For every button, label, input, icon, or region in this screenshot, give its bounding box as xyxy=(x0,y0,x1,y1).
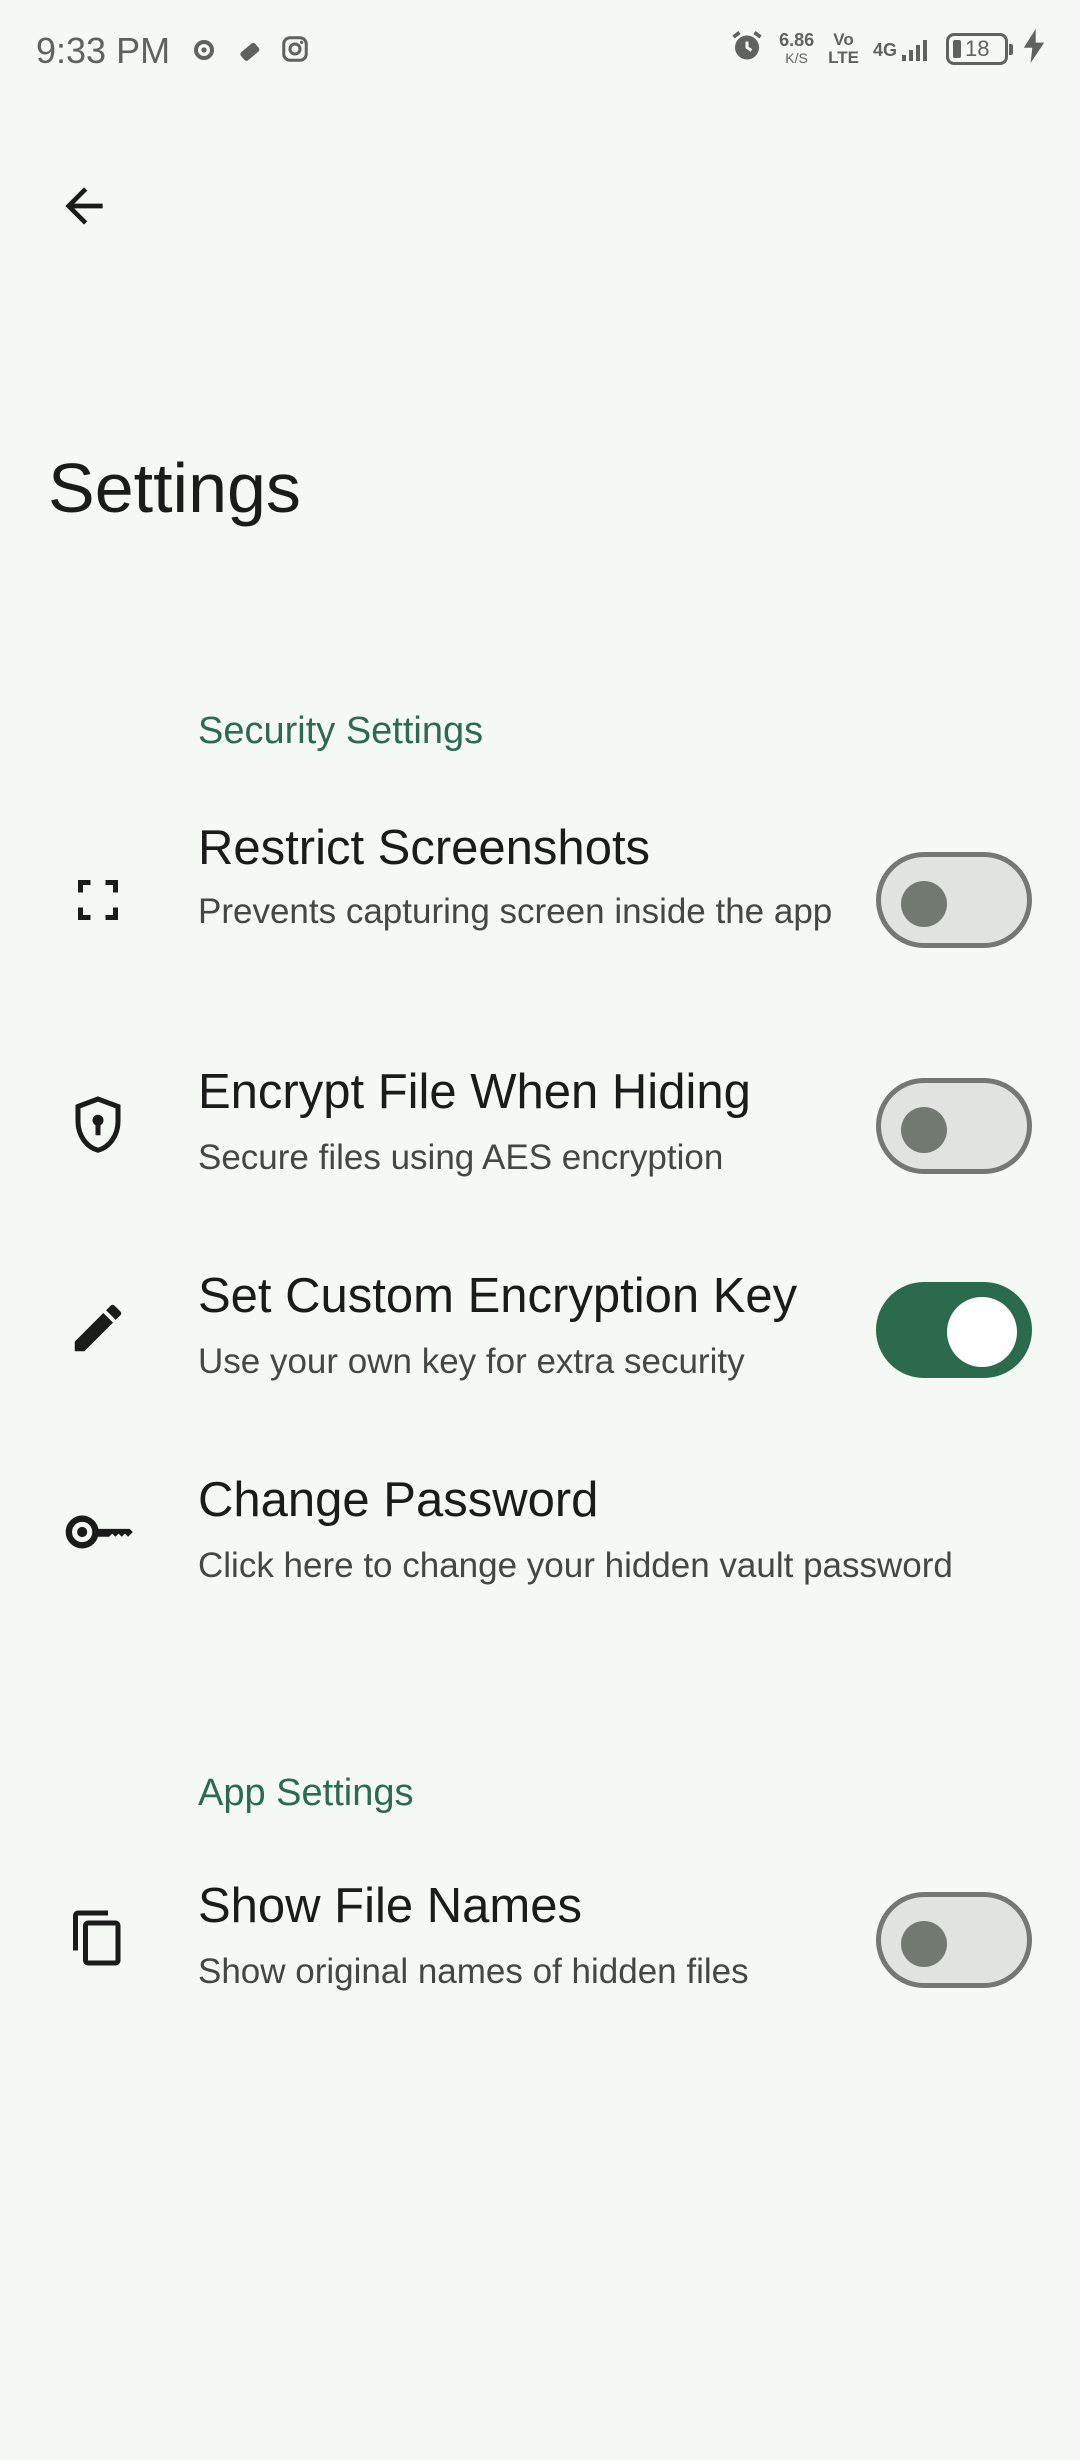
network-speed: 6.86 K/S xyxy=(779,31,814,67)
setting-title: Show File Names xyxy=(198,1879,582,1933)
section-header-app: App Settings xyxy=(198,1772,414,1814)
setting-custom-key[interactable]: Set Custom Encryption Key Use your own k… xyxy=(0,1264,1080,1404)
volte-top: Vo xyxy=(833,29,854,49)
battery-fill xyxy=(953,39,961,58)
instagram-icon xyxy=(280,34,310,71)
charging-bolt-icon xyxy=(1022,29,1046,68)
custom-key-switch[interactable] xyxy=(876,1282,1032,1378)
arrow-back-icon xyxy=(65,187,103,225)
page-title: Settings xyxy=(48,449,301,527)
setting-summary: Use your own key for extra security xyxy=(198,1342,745,1381)
status-time: 9:33 PM xyxy=(36,30,171,71)
switch-knob xyxy=(901,1107,947,1153)
network-type: 4G xyxy=(872,39,897,60)
status-right-group: 6.86 K/S Vo LTE 4G 18 xyxy=(729,28,1046,69)
setting-summary: Show original names of hidden files xyxy=(198,1952,749,1991)
usb-stick-icon xyxy=(234,34,266,71)
setting-title: Encrypt File When Hiding xyxy=(198,1065,751,1119)
show-file-names-switch[interactable] xyxy=(876,1892,1032,1988)
encrypt-file-switch[interactable] xyxy=(876,1078,1032,1174)
alarm-icon xyxy=(729,28,765,69)
speed-unit: K/S xyxy=(785,49,808,66)
setting-restrict-screenshots[interactable]: Restrict Screenshots Prevents capturing … xyxy=(0,810,1080,990)
volte-indicator: Vo LTE xyxy=(828,29,859,67)
setting-summary: Click here to change your hidden vault p… xyxy=(198,1546,953,1585)
signal-bars-icon xyxy=(902,39,927,61)
status-notification-icons xyxy=(188,34,310,71)
fullscreen-icon xyxy=(58,860,138,940)
key-icon xyxy=(58,1492,138,1572)
setting-summary: Secure files using AES encryption xyxy=(198,1138,724,1177)
status-bar: 9:33 PM 6.86 K/S Vo LTE 4G 18 xyxy=(0,0,1080,110)
settings-gear-icon xyxy=(188,34,220,71)
setting-title: Restrict Screenshots xyxy=(198,821,651,875)
setting-encrypt-file[interactable]: Encrypt File When Hiding Secure files us… xyxy=(0,1060,1080,1200)
battery-level: 18 xyxy=(965,35,990,61)
setting-title: Set Custom Encryption Key xyxy=(198,1269,798,1323)
setting-show-file-names[interactable]: Show File Names Show original names of h… xyxy=(0,1874,1080,2014)
speed-value: 6.86 xyxy=(779,29,815,50)
switch-knob xyxy=(901,881,947,927)
switch-knob xyxy=(901,1921,947,1967)
section-header-security: Security Settings xyxy=(198,710,484,752)
battery-indicator: 18 xyxy=(946,32,1013,65)
setting-title: Change Password xyxy=(198,1473,599,1527)
restrict-screenshots-switch[interactable] xyxy=(876,852,1032,948)
back-button[interactable] xyxy=(44,166,124,246)
setting-change-password[interactable]: Change Password Click here to change you… xyxy=(0,1468,1080,1608)
setting-summary: Prevents capturing screen inside the app xyxy=(198,892,833,931)
pencil-icon xyxy=(58,1288,138,1368)
shield-lock-icon xyxy=(58,1084,138,1164)
signal-indicator: 4G xyxy=(873,37,932,61)
volte-bottom: LTE xyxy=(828,47,859,67)
switch-knob xyxy=(947,1297,1017,1367)
copy-files-icon xyxy=(58,1898,138,1978)
